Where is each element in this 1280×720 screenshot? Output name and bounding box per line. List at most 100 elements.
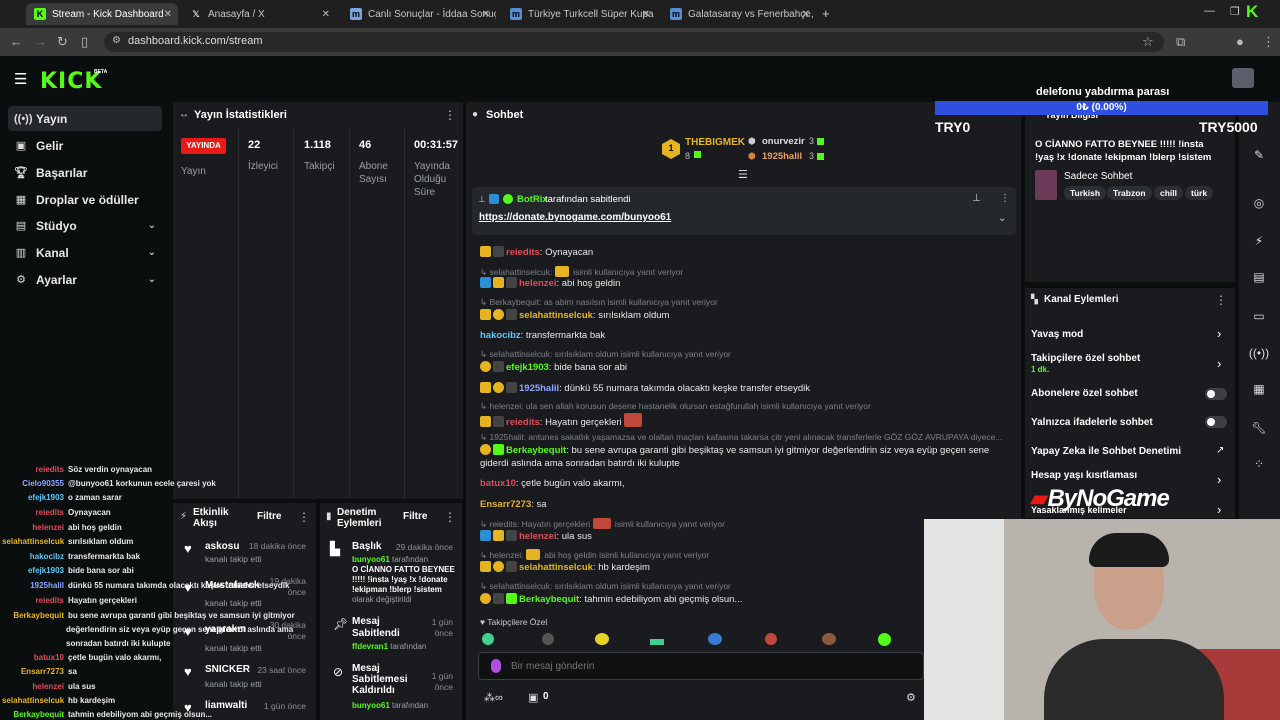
chat-username[interactable]: 1925halil	[519, 383, 559, 394]
account-age-item[interactable]: Hesap yaşı kısıtlaması	[1031, 470, 1137, 481]
tab-super-kupa[interactable]: m Türkiye Turkcell Süper Kupa 20... ✕	[502, 3, 656, 25]
close-icon[interactable]: ✕	[322, 9, 330, 20]
tag-chip[interactable]: Trabzon	[1107, 186, 1152, 200]
emote-icon[interactable]	[822, 633, 836, 645]
channel-actions-menu-icon[interactable]: ⋮	[1215, 293, 1227, 307]
emote-icon[interactable]	[765, 633, 777, 645]
pinned-link[interactable]: https://donate.bynogame.com/bunyoo61	[479, 212, 671, 223]
chat-username[interactable]: helenzei	[519, 278, 557, 289]
chevron-right-icon[interactable]: ›	[1217, 502, 1221, 517]
pinned-menu-icon[interactable]: ⋮	[1000, 193, 1010, 204]
expand-leaderboard-icon[interactable]: ☰	[738, 168, 748, 181]
ai-moderation-item[interactable]: Yapay Zeka ile Sohbet Denetimi	[1031, 446, 1181, 457]
chevron-right-icon[interactable]: ›	[1217, 326, 1221, 341]
mod-user[interactable]: bunyoo61	[352, 555, 390, 564]
clipboard-icon[interactable]: ▤	[1244, 270, 1274, 294]
mod-user[interactable]: bunyoo61	[352, 701, 390, 710]
site-info-icon[interactable]: ⚙	[112, 35, 121, 46]
pinned-by-user[interactable]: BotRix	[517, 194, 548, 205]
tag-chip[interactable]: Turkish	[1064, 186, 1107, 200]
chevron-right-icon[interactable]: ›	[1217, 472, 1221, 487]
sidebar-item-basarilar[interactable]: 🏆︎ Başarılar	[8, 160, 162, 185]
forward-icon[interactable]: →	[34, 34, 47, 49]
chat-username[interactable]: Ensarr7273	[480, 499, 531, 510]
unpin-icon[interactable]: ⊥	[972, 193, 981, 204]
chat-settings-icon[interactable]: ⚙	[906, 691, 916, 704]
close-icon[interactable]: ✕	[164, 9, 172, 20]
sidebar-item-droplar[interactable]: ▦ Droplar ve ödüller	[8, 187, 162, 212]
sidebar-item-ayarlar[interactable]: ⚙ Ayarlar ⌄	[8, 267, 162, 292]
minimize-icon[interactable]: —	[1204, 5, 1215, 17]
third-gifter-name[interactable]: 1925halil	[762, 151, 802, 162]
tab-kick-dashboard[interactable]: K Stream - Kick Dashboard ✕	[26, 3, 178, 25]
restore-icon[interactable]: ❐	[1230, 5, 1240, 18]
chest-icon[interactable]: ▣	[528, 691, 538, 704]
category-thumbnail[interactable]	[1035, 170, 1057, 200]
subs-only-toggle[interactable]	[1205, 388, 1227, 400]
moderation-menu-icon[interactable]: ⋮	[444, 510, 456, 524]
hamburger-menu-icon[interactable]: ☰	[14, 70, 27, 88]
edit-icon[interactable]: ✎	[1244, 148, 1274, 172]
chat-username[interactable]: reiedits	[506, 417, 540, 428]
category-name[interactable]: Sadece Sohbet	[1064, 171, 1132, 182]
profile-icon[interactable]: ●	[1236, 34, 1244, 49]
chat-username[interactable]: batux10	[480, 478, 516, 489]
close-icon[interactable]: ✕	[482, 9, 490, 20]
tag-chip[interactable]: chill	[1154, 186, 1184, 200]
stats-menu-icon[interactable]: ⋮	[444, 108, 456, 122]
sidepanel-icon[interactable]: ▯	[81, 34, 88, 50]
moderation-filter-button[interactable]: Filtre	[403, 511, 427, 522]
more-apps-icon[interactable]: ⁘	[1244, 457, 1274, 481]
user-avatar[interactable]	[1232, 68, 1254, 88]
chat-input-box[interactable]	[478, 652, 924, 680]
tab-galatasaray[interactable]: m Galatasaray vs Fenerbahçe, 10.0... ✕	[662, 3, 816, 25]
chat-bubble-icon[interactable]: ▭	[1244, 309, 1274, 333]
tab-iddaa[interactable]: m Canlı Sonuçlar - İddaa Sonuçla... ✕	[342, 3, 496, 25]
chat-username[interactable]: helenzei	[519, 531, 557, 542]
reload-icon[interactable]: ↻	[57, 34, 68, 50]
emote-icon[interactable]	[650, 639, 664, 645]
emote-icon[interactable]	[595, 633, 609, 645]
close-icon[interactable]: ✕	[642, 9, 650, 20]
chevron-right-icon[interactable]: ›	[1217, 356, 1221, 371]
chat-username[interactable]: Berkaybequit	[506, 445, 566, 456]
mod-user[interactable]: ffdevran1	[352, 642, 388, 651]
emote-icon[interactable]	[708, 633, 722, 645]
broadcast-icon[interactable]: ((•))	[1244, 346, 1274, 370]
back-icon[interactable]: ←	[10, 34, 23, 49]
chevron-down-icon[interactable]: ⌄	[998, 213, 1006, 224]
wrench-icon[interactable]: 🔧︎	[1244, 421, 1274, 445]
camera-icon[interactable]: ◎	[1244, 196, 1274, 220]
microphone-icon[interactable]	[491, 659, 501, 673]
external-link-icon[interactable]: ↗	[1216, 445, 1224, 456]
chat-username[interactable]: efejk1903	[506, 362, 549, 373]
emote-icon[interactable]	[482, 633, 494, 645]
close-icon[interactable]: ✕	[802, 9, 810, 20]
chat-username[interactable]: selahattinselcuk	[519, 310, 593, 321]
new-tab-icon[interactable]: +	[822, 6, 830, 21]
url-field[interactable]: ⚙ dashboard.kick.com/stream	[104, 32, 1164, 52]
sidebar-item-yayin[interactable]: ((•)) Yayın	[8, 106, 162, 131]
menu-kebab-icon[interactable]: ⋮	[1262, 34, 1275, 50]
top-gifter-name[interactable]: THEBIGMEK	[685, 137, 745, 148]
channel-points-icon[interactable]: ⁂∞	[484, 691, 503, 704]
layout-icon[interactable]: ▦	[1244, 382, 1274, 406]
chat-username[interactable]: Berkaybequit	[519, 594, 579, 605]
slow-mode-item[interactable]: Yavaş mod	[1031, 329, 1083, 340]
second-gifter-name[interactable]: onurvezir	[762, 136, 805, 147]
sidebar-item-gelir[interactable]: ▣ Gelir	[8, 133, 162, 158]
lightning-icon[interactable]: ⚡︎	[1244, 234, 1274, 258]
tag-chip[interactable]: türk	[1185, 186, 1214, 200]
chat-username[interactable]: reiedits	[506, 247, 540, 258]
emote-icon[interactable]	[542, 633, 554, 645]
sidebar-item-kanal[interactable]: ▥ Kanal ⌄	[8, 240, 162, 265]
chat-username[interactable]: hakocibz	[480, 330, 521, 341]
tab-x[interactable]: 𝕏 Anasayfa / X ✕	[182, 3, 336, 25]
emote-icon[interactable]	[878, 633, 891, 646]
chat-username[interactable]: selahattinselcuk	[519, 562, 593, 573]
followers-only-item[interactable]: Takipçilere özel sohbet	[1031, 353, 1140, 364]
sidebar-item-studyo[interactable]: ▤ Stüdyo ⌄	[8, 213, 162, 238]
emotes-only-toggle[interactable]	[1205, 416, 1227, 428]
extensions-icon[interactable]: ⧉	[1176, 34, 1185, 50]
chat-message-input[interactable]	[511, 657, 911, 675]
